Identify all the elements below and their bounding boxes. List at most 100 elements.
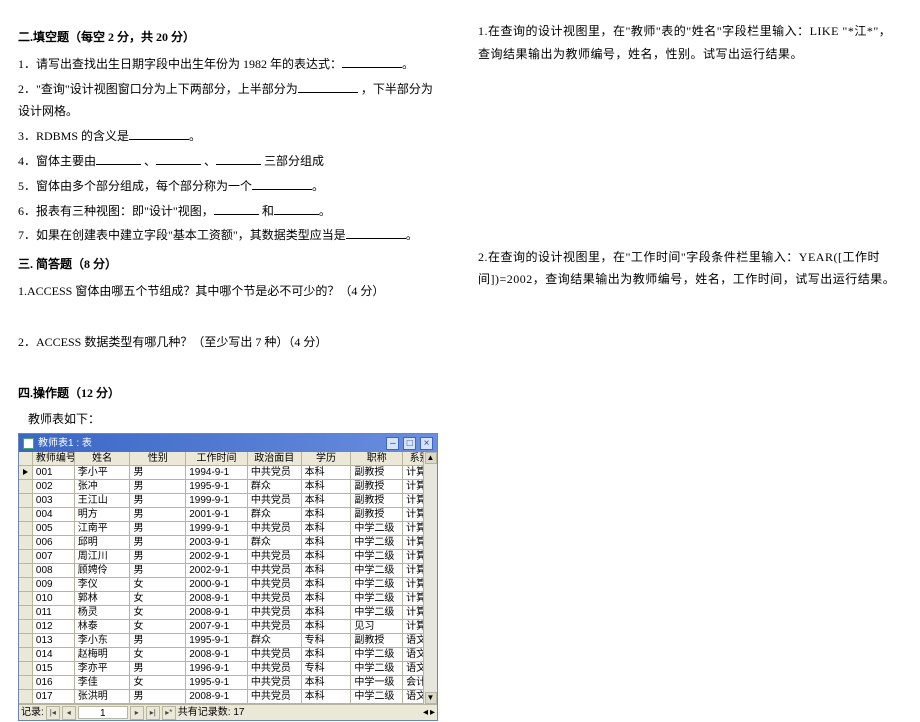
cell[interactable]: 中学二级 bbox=[351, 564, 403, 578]
scroll-up-icon[interactable]: ▲ bbox=[425, 452, 437, 464]
cell[interactable]: 男 bbox=[130, 550, 186, 564]
row-header[interactable] bbox=[19, 676, 33, 690]
row-header[interactable] bbox=[19, 578, 33, 592]
cell[interactable]: 2003-9-1 bbox=[186, 536, 248, 550]
row-header[interactable] bbox=[19, 606, 33, 620]
cell[interactable]: 男 bbox=[130, 480, 186, 494]
cell[interactable]: 中学二级 bbox=[351, 662, 403, 676]
cell[interactable]: 中学二级 bbox=[351, 550, 403, 564]
cell[interactable]: 林泰 bbox=[75, 620, 131, 634]
table-row[interactable]: 017张洪明男2008-9-1中共党员本科中学二级语文 bbox=[19, 690, 437, 704]
cell[interactable]: 2002-9-1 bbox=[186, 564, 248, 578]
col-header[interactable]: 性别 bbox=[130, 452, 186, 466]
cell[interactable]: 1999-9-1 bbox=[186, 522, 248, 536]
cell[interactable]: 郭林 bbox=[75, 592, 131, 606]
row-header[interactable] bbox=[19, 690, 33, 704]
cell[interactable]: 本科 bbox=[302, 620, 352, 634]
cell[interactable]: 群众 bbox=[248, 536, 302, 550]
cell[interactable]: 004 bbox=[33, 508, 75, 522]
row-header[interactable] bbox=[19, 480, 33, 494]
cell[interactable]: 2007-9-1 bbox=[186, 620, 248, 634]
cell[interactable]: 副教授 bbox=[351, 466, 403, 480]
cell[interactable]: 1994-9-1 bbox=[186, 466, 248, 480]
col-header[interactable]: 政治面目 bbox=[248, 452, 302, 466]
cell[interactable]: 1996-9-1 bbox=[186, 662, 248, 676]
cell[interactable]: 2008-9-1 bbox=[186, 606, 248, 620]
cell[interactable]: 005 bbox=[33, 522, 75, 536]
cell[interactable]: 本科 bbox=[302, 550, 352, 564]
cell[interactable]: 003 bbox=[33, 494, 75, 508]
cell[interactable]: 015 bbox=[33, 662, 75, 676]
cell[interactable]: 赵梅明 bbox=[75, 648, 131, 662]
table-row[interactable]: 014赵梅明女2008-9-1中共党员本科中学二级语文 bbox=[19, 648, 437, 662]
cell[interactable]: 见习 bbox=[351, 620, 403, 634]
table-row[interactable]: 005江南平男1999-9-1中共党员本科中学二级计算机 bbox=[19, 522, 437, 536]
cell[interactable]: 1995-9-1 bbox=[186, 634, 248, 648]
cell[interactable]: 2008-9-1 bbox=[186, 648, 248, 662]
window-titlebar[interactable]: 教师表1 : 表 – □ × bbox=[19, 434, 437, 452]
cell[interactable]: 中共党员 bbox=[248, 550, 302, 564]
maximize-button[interactable]: □ bbox=[403, 437, 416, 450]
row-header[interactable] bbox=[19, 536, 33, 550]
cell[interactable]: 邱明 bbox=[75, 536, 131, 550]
cell[interactable]: 中共党员 bbox=[248, 620, 302, 634]
row-header[interactable] bbox=[19, 494, 33, 508]
cell[interactable]: 013 bbox=[33, 634, 75, 648]
cell[interactable]: 李仪 bbox=[75, 578, 131, 592]
cell[interactable]: 2001-9-1 bbox=[186, 508, 248, 522]
cell[interactable]: 群众 bbox=[248, 634, 302, 648]
cell[interactable]: 中共党员 bbox=[248, 578, 302, 592]
cell[interactable]: 本科 bbox=[302, 564, 352, 578]
cell[interactable]: 李亦平 bbox=[75, 662, 131, 676]
cell[interactable]: 本科 bbox=[302, 578, 352, 592]
cell[interactable]: 群众 bbox=[248, 480, 302, 494]
cell[interactable]: 男 bbox=[130, 494, 186, 508]
cell[interactable]: 女 bbox=[130, 578, 186, 592]
table-row[interactable]: 009李仪女2000-9-1中共党员本科中学二级计算机 bbox=[19, 578, 437, 592]
vertical-scrollbar[interactable]: ▲ ▼ bbox=[423, 452, 437, 704]
cell[interactable]: 中共党员 bbox=[248, 494, 302, 508]
cell[interactable]: 中共党员 bbox=[248, 690, 302, 704]
table-row[interactable]: 003王江山男1999-9-1中共党员本科副教授计算机 bbox=[19, 494, 437, 508]
nav-prev-button[interactable]: ◂ bbox=[62, 706, 76, 720]
cell[interactable]: 专科 bbox=[302, 662, 352, 676]
cell[interactable]: 中共党员 bbox=[248, 466, 302, 480]
cell[interactable]: 中学二级 bbox=[351, 648, 403, 662]
table-row[interactable]: 007周江川男2002-9-1中共党员本科中学二级计算机 bbox=[19, 550, 437, 564]
table-row[interactable]: 012林泰女2007-9-1中共党员本科见习计算机 bbox=[19, 620, 437, 634]
cell[interactable]: 本科 bbox=[302, 690, 352, 704]
cell[interactable]: 男 bbox=[130, 536, 186, 550]
cell[interactable]: 男 bbox=[130, 662, 186, 676]
table-row[interactable]: 016李佳女1995-9-1中共党员本科中学一级会计 bbox=[19, 676, 437, 690]
scroll-left-icon[interactable]: ◂ bbox=[423, 703, 428, 722]
cell[interactable]: 1995-9-1 bbox=[186, 480, 248, 494]
row-header[interactable] bbox=[19, 522, 33, 536]
cell[interactable]: 女 bbox=[130, 592, 186, 606]
cell[interactable]: 女 bbox=[130, 648, 186, 662]
cell[interactable]: 本科 bbox=[302, 536, 352, 550]
grid-corner[interactable] bbox=[19, 452, 33, 466]
cell[interactable]: 009 bbox=[33, 578, 75, 592]
row-header[interactable] bbox=[19, 620, 33, 634]
cell[interactable]: 男 bbox=[130, 690, 186, 704]
table-row[interactable]: 010郭林女2008-9-1中共党员本科中学二级计算机 bbox=[19, 592, 437, 606]
cell[interactable]: 中学二级 bbox=[351, 690, 403, 704]
table-row[interactable]: 001李小平男1994-9-1中共党员本科副教授计算机 bbox=[19, 466, 437, 480]
cell[interactable]: 顾娉伶 bbox=[75, 564, 131, 578]
nav-new-button[interactable]: ▸* bbox=[162, 706, 176, 720]
cell[interactable]: 本科 bbox=[302, 494, 352, 508]
cell[interactable]: 本科 bbox=[302, 466, 352, 480]
col-header[interactable]: 教师编号 bbox=[33, 452, 75, 466]
cell[interactable]: 012 bbox=[33, 620, 75, 634]
cell[interactable]: 女 bbox=[130, 676, 186, 690]
cell[interactable]: 男 bbox=[130, 522, 186, 536]
table-row[interactable]: 013李小东男1995-9-1群众专科副教授语文 bbox=[19, 634, 437, 648]
nav-first-button[interactable]: |◂ bbox=[46, 706, 60, 720]
cell[interactable]: 1995-9-1 bbox=[186, 676, 248, 690]
col-header[interactable]: 工作时间 bbox=[186, 452, 248, 466]
cell[interactable]: 011 bbox=[33, 606, 75, 620]
cell[interactable]: 本科 bbox=[302, 508, 352, 522]
cell[interactable]: 中学一级 bbox=[351, 676, 403, 690]
cell[interactable]: 李小平 bbox=[75, 466, 131, 480]
cell[interactable]: 李小东 bbox=[75, 634, 131, 648]
